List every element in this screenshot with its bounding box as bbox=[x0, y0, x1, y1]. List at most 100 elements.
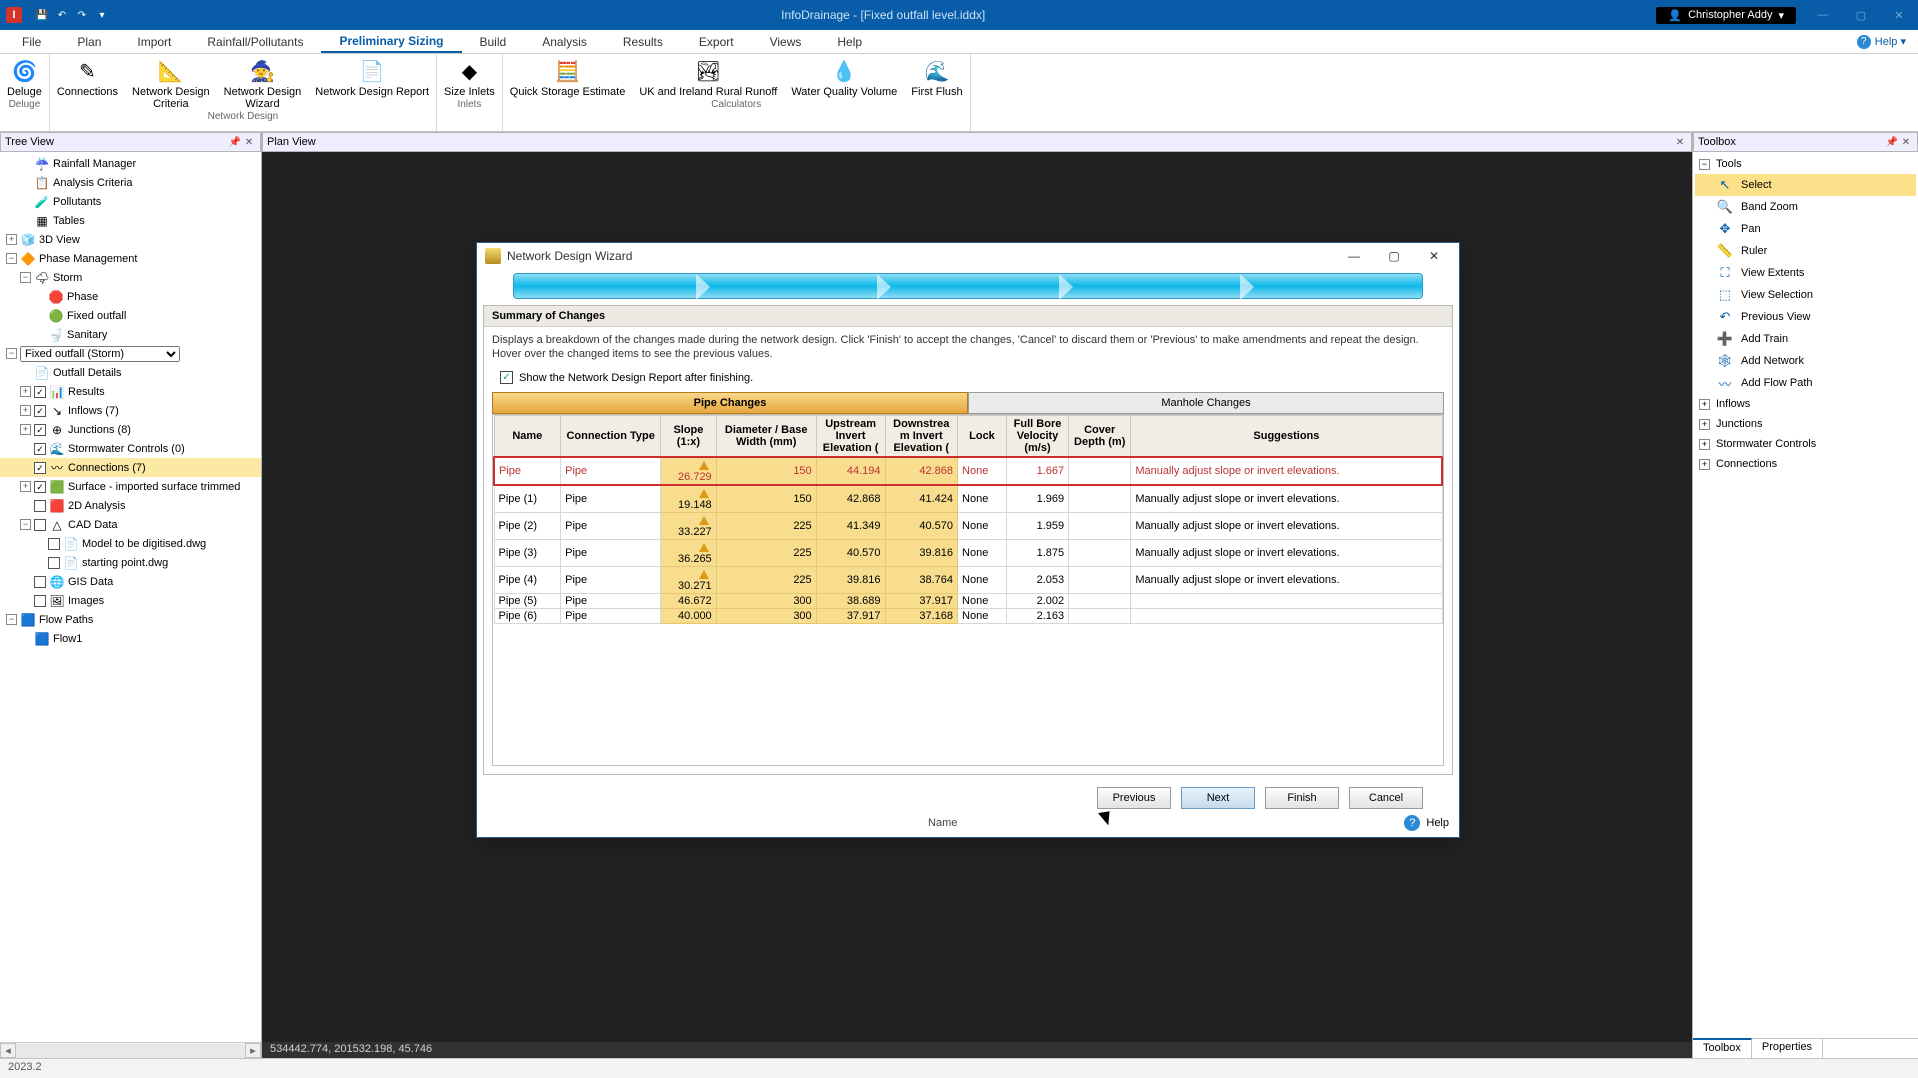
redo-icon[interactable]: ↷ bbox=[74, 7, 90, 23]
tree-node[interactable]: 🖼Images bbox=[0, 591, 261, 610]
save-icon[interactable]: 💾 bbox=[34, 7, 50, 23]
checkbox-icon[interactable]: ✓ bbox=[34, 386, 46, 398]
close-icon[interactable]: ✕ bbox=[1899, 137, 1913, 148]
expand-icon[interactable]: − bbox=[20, 519, 31, 530]
tree-node[interactable]: 🛑Phase bbox=[0, 287, 261, 306]
tree-node[interactable]: −Fixed outfall (Storm) bbox=[0, 344, 261, 363]
close-icon[interactable]: ✕ bbox=[1673, 137, 1687, 148]
toolbox-item-band-zoom[interactable]: 🔍Band Zoom bbox=[1695, 196, 1916, 218]
next-button[interactable]: Next bbox=[1181, 787, 1255, 809]
changes-tab-manhole-changes[interactable]: Manhole Changes bbox=[968, 392, 1444, 414]
toolbox-item-add-train[interactable]: ➕Add Train bbox=[1695, 328, 1916, 350]
help-link[interactable]: ? Help ▾ bbox=[1857, 35, 1914, 49]
column-header[interactable]: CoverDepth (m) bbox=[1069, 416, 1131, 458]
ribbon-network-design-criteria[interactable]: 📐Network Design Criteria bbox=[125, 54, 217, 110]
tree-node[interactable]: ✓🌊Stormwater Controls (0) bbox=[0, 439, 261, 458]
tree-node[interactable]: 🚽Sanitary bbox=[0, 325, 261, 344]
help-icon[interactable]: ? bbox=[1404, 815, 1420, 831]
column-header[interactable]: UpstreamInvertElevation ( bbox=[816, 416, 885, 458]
dialog-maximize-button[interactable]: ▢ bbox=[1377, 249, 1411, 263]
menu-help[interactable]: Help bbox=[819, 32, 880, 52]
checkbox-icon[interactable] bbox=[48, 538, 60, 550]
table-row[interactable]: Pipe (3)Pipe36.26522540.57039.816None1.8… bbox=[494, 540, 1442, 567]
toolbox-category[interactable]: − Tools bbox=[1695, 154, 1916, 174]
undo-icon[interactable]: ↶ bbox=[54, 7, 70, 23]
expand-icon[interactable]: + bbox=[20, 481, 31, 492]
expand-icon[interactable]: − bbox=[6, 253, 17, 264]
toolbox-category[interactable]: + Stormwater Controls bbox=[1695, 434, 1916, 454]
finish-button[interactable]: Finish bbox=[1265, 787, 1339, 809]
tree-node[interactable]: 📄Outfall Details bbox=[0, 363, 261, 382]
toolbox-tab-properties[interactable]: Properties bbox=[1752, 1039, 1823, 1058]
column-header[interactable]: Downstream InvertElevation ( bbox=[885, 416, 957, 458]
ribbon-network-design-wizard[interactable]: 🧙Network Design Wizard bbox=[217, 54, 309, 110]
tree-node[interactable]: +🧊3D View bbox=[0, 230, 261, 249]
tree-node[interactable]: −🔶Phase Management bbox=[0, 249, 261, 268]
tree-node[interactable]: ▦Tables bbox=[0, 211, 261, 230]
ribbon-first-flush[interactable]: 🌊First Flush bbox=[904, 54, 969, 98]
help-label[interactable]: Help bbox=[1426, 817, 1449, 829]
ribbon-quick-storage-estimate[interactable]: 🧮Quick Storage Estimate bbox=[503, 54, 633, 98]
ribbon-uk-and-ireland-rural-runoff[interactable]: 🏞UK and Ireland Rural Runoff bbox=[632, 54, 784, 98]
checkbox-icon[interactable]: ✓ bbox=[34, 405, 46, 417]
minimize-button[interactable]: ― bbox=[1810, 9, 1836, 22]
ribbon-network-design-report[interactable]: 📄Network Design Report bbox=[308, 54, 436, 110]
menu-views[interactable]: Views bbox=[752, 32, 820, 52]
ribbon-size-inlets[interactable]: ◆Size Inlets bbox=[437, 54, 502, 98]
tree-node[interactable]: 🟢Fixed outfall bbox=[0, 306, 261, 325]
menu-plan[interactable]: Plan bbox=[59, 32, 119, 52]
checkbox-icon[interactable]: ✓ bbox=[34, 481, 46, 493]
table-row[interactable]: Pipe (2)Pipe33.22722541.34940.570None1.9… bbox=[494, 513, 1442, 540]
tree-node[interactable]: 🧪Pollutants bbox=[0, 192, 261, 211]
checkbox-icon[interactable]: ✓ bbox=[34, 443, 46, 455]
toolbox-item-view-selection[interactable]: ⬚View Selection bbox=[1695, 284, 1916, 306]
menu-import[interactable]: Import bbox=[119, 32, 189, 52]
expand-icon[interactable]: − bbox=[20, 272, 31, 283]
checkbox-icon[interactable] bbox=[34, 500, 46, 512]
expand-icon[interactable]: + bbox=[20, 405, 31, 416]
column-header[interactable]: Connection Type bbox=[561, 416, 661, 458]
expand-icon[interactable]: − bbox=[6, 348, 17, 359]
table-row[interactable]: Pipe (6)Pipe40.00030037.91737.168None2.1… bbox=[494, 609, 1442, 624]
tree-node[interactable]: +✓⊕Junctions (8) bbox=[0, 420, 261, 439]
checkbox-icon[interactable] bbox=[34, 576, 46, 588]
toolbox-item-select[interactable]: ↖Select bbox=[1695, 174, 1916, 196]
menu-rainfall-pollutants[interactable]: Rainfall/Pollutants bbox=[189, 32, 321, 52]
toolbox-item-add-network[interactable]: 🕸Add Network bbox=[1695, 350, 1916, 372]
close-icon[interactable]: ✕ bbox=[242, 137, 256, 148]
checkbox-icon[interactable]: ✓ bbox=[34, 462, 46, 474]
ribbon-deluge[interactable]: 🌀Deluge bbox=[0, 54, 49, 98]
tree-node[interactable]: −🟦Flow Paths bbox=[0, 610, 261, 629]
changes-table[interactable]: NameConnection TypeSlope(1:x)Diameter / … bbox=[492, 414, 1444, 766]
tree-node[interactable]: −△CAD Data bbox=[0, 515, 261, 534]
dialog-minimize-button[interactable]: ― bbox=[1337, 249, 1371, 263]
tree-node[interactable]: 📋Analysis Criteria bbox=[0, 173, 261, 192]
tree-node[interactable]: 🟦Flow1 bbox=[0, 629, 261, 648]
tree-node[interactable]: 🌐GIS Data bbox=[0, 572, 261, 591]
phase-select[interactable]: Fixed outfall (Storm) bbox=[20, 346, 180, 362]
toolbox-category[interactable]: + Junctions bbox=[1695, 414, 1916, 434]
expand-icon[interactable]: − bbox=[6, 614, 17, 625]
tree-body[interactable]: ☔Rainfall Manager📋Analysis Criteria🧪Poll… bbox=[0, 152, 261, 1042]
expand-icon[interactable]: + bbox=[20, 424, 31, 435]
tree-node[interactable]: −🌩Storm bbox=[0, 268, 261, 287]
menu-results[interactable]: Results bbox=[605, 32, 681, 52]
toolbox-category[interactable]: + Inflows bbox=[1695, 394, 1916, 414]
maximize-button[interactable]: ▢ bbox=[1848, 9, 1874, 22]
cancel-button[interactable]: Cancel bbox=[1349, 787, 1423, 809]
tree-node[interactable]: 📄starting point.dwg bbox=[0, 553, 261, 572]
toolbox-tab-toolbox[interactable]: Toolbox bbox=[1693, 1038, 1752, 1058]
tree-node[interactable]: 🟥2D Analysis bbox=[0, 496, 261, 515]
tree-node[interactable]: +✓📊Results bbox=[0, 382, 261, 401]
previous-button[interactable]: Previous bbox=[1097, 787, 1171, 809]
column-header[interactable]: Diameter / BaseWidth (mm) bbox=[716, 416, 816, 458]
ribbon-water-quality-volume[interactable]: 💧Water Quality Volume bbox=[784, 54, 904, 98]
ribbon-connections[interactable]: ✎Connections bbox=[50, 54, 125, 110]
menu-file[interactable]: File bbox=[4, 32, 59, 52]
menu-preliminary-sizing[interactable]: Preliminary Sizing bbox=[321, 31, 461, 53]
tree-horizontal-scrollbar[interactable]: ◂▸ bbox=[0, 1042, 261, 1058]
column-header[interactable]: Slope(1:x) bbox=[661, 416, 717, 458]
toolbox-item-view-extents[interactable]: ⛶View Extents bbox=[1695, 262, 1916, 284]
table-row[interactable]: PipePipe26.72915044.19442.868None1.667Ma… bbox=[494, 457, 1442, 485]
toolbox-item-ruler[interactable]: 📏Ruler bbox=[1695, 240, 1916, 262]
